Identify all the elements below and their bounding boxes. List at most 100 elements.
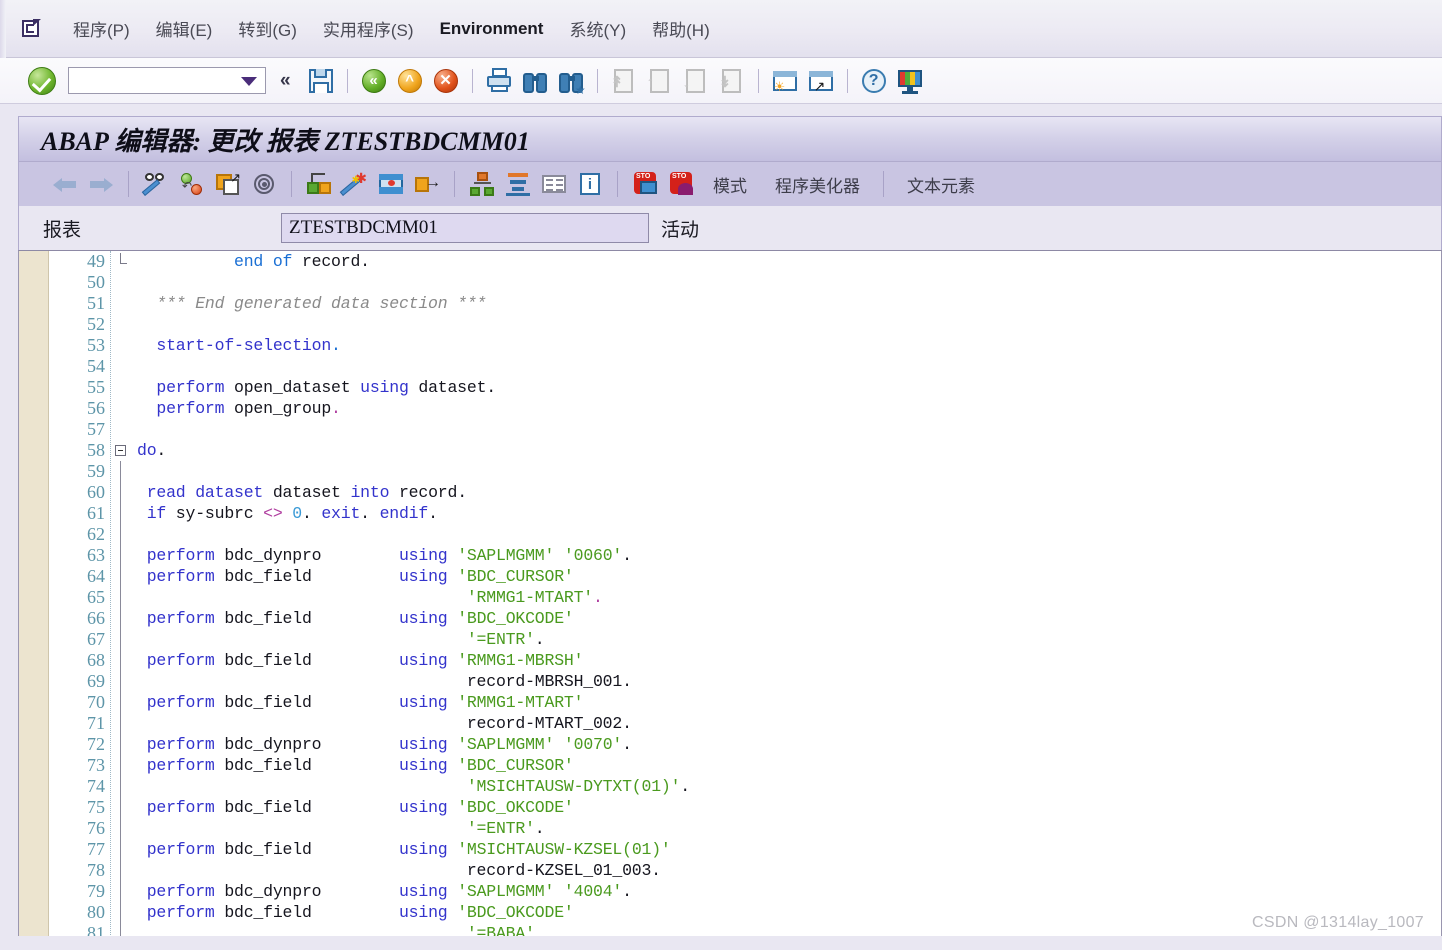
- breakpoint-icon[interactable]: [631, 170, 659, 198]
- code-line[interactable]: perform open_group.: [137, 398, 1441, 419]
- activate-icon[interactable]: ↶: [178, 170, 206, 198]
- code-token: .: [331, 399, 341, 418]
- stack-icon[interactable]: [504, 170, 532, 198]
- menu-item-edit[interactable]: 编辑(E): [143, 12, 226, 45]
- code-line[interactable]: record-MBRSH_001.: [137, 671, 1441, 692]
- window-shell: ABAP 编辑器: 更改 报表 ZTESTBDCMM01 ↶ ↗ ✱ ✱ → i…: [0, 104, 1442, 950]
- code-line[interactable]: [137, 524, 1441, 545]
- line-number: 71: [87, 713, 105, 733]
- command-field[interactable]: [68, 67, 266, 94]
- code-line[interactable]: read dataset dataset into record.: [137, 482, 1441, 503]
- help-icon[interactable]: ?: [859, 66, 889, 96]
- pretty-printer-wand-icon[interactable]: ✱ ✱: [339, 170, 369, 198]
- cancel-icon[interactable]: ✕: [431, 66, 461, 96]
- display-change-icon[interactable]: [141, 170, 170, 198]
- code-line[interactable]: perform bdc_field using 'BDC_OKCODE': [137, 902, 1441, 923]
- code-line[interactable]: record-KZSEL_01_003.: [137, 860, 1441, 881]
- forward-arrow-icon[interactable]: [87, 170, 115, 198]
- enter-check-button[interactable]: [28, 66, 56, 95]
- fold-marker: [111, 692, 133, 713]
- find-icon[interactable]: [520, 66, 550, 96]
- fold-marker[interactable]: [111, 440, 133, 461]
- layout-menu-icon[interactable]: [895, 66, 925, 96]
- code-line[interactable]: end of record.: [137, 251, 1441, 272]
- print-icon[interactable]: [484, 66, 514, 96]
- back-icon[interactable]: «: [359, 66, 389, 96]
- hierarchy-icon[interactable]: [468, 170, 496, 198]
- code-line[interactable]: perform bdc_dynpro using 'SAPLMGMM' '400…: [137, 881, 1441, 902]
- exit-icon[interactable]: ^: [395, 66, 425, 96]
- main-toolbar: « « ^ ✕ ★ ↟ ↑ ↓ ↡ ☀ ↗ ?: [0, 58, 1442, 104]
- code-line[interactable]: [137, 461, 1441, 482]
- code-line[interactable]: start-of-selection.: [137, 335, 1441, 356]
- code-line[interactable]: [137, 419, 1441, 440]
- code-line[interactable]: '=ENTR'.: [137, 818, 1441, 839]
- where-used-icon[interactable]: [250, 170, 278, 198]
- code-line[interactable]: *** End generated data section ***: [137, 293, 1441, 314]
- menu-item-goto[interactable]: 转到(G): [225, 12, 310, 45]
- save-icon[interactable]: [306, 66, 336, 96]
- report-name-input[interactable]: [281, 213, 649, 243]
- code-line[interactable]: do.: [137, 440, 1441, 461]
- code-line[interactable]: 'MSICHTAUSW-DYTXT(01)'.: [137, 776, 1441, 797]
- pretty-printer-button[interactable]: 程序美化器: [775, 172, 860, 197]
- code-folding-gutter[interactable]: [111, 251, 133, 943]
- code-line[interactable]: 'RMMG1-MTART'.: [137, 587, 1441, 608]
- menu-item-help[interactable]: 帮助(H): [639, 12, 723, 45]
- menu-item-program[interactable]: 程序(P): [60, 12, 143, 45]
- bookmark-gutter[interactable]: [19, 251, 49, 943]
- code-line[interactable]: perform bdc_field using 'MSICHTAUSW-KZSE…: [137, 839, 1441, 860]
- code-token: .: [592, 588, 603, 607]
- menu-item-utilities[interactable]: 实用程序(S): [310, 12, 427, 45]
- code-token: using: [398, 903, 448, 922]
- copy-icon[interactable]: ↗: [214, 170, 242, 198]
- code-line[interactable]: '=ENTR'.: [137, 629, 1441, 650]
- info-icon[interactable]: i: [576, 170, 604, 198]
- code-token: .: [534, 819, 545, 838]
- check-syntax-icon[interactable]: [377, 170, 405, 198]
- mode-button[interactable]: 模式: [713, 172, 747, 197]
- code-line[interactable]: [137, 356, 1441, 377]
- code-line[interactable]: perform bdc_field using 'BDC_CURSOR': [137, 566, 1441, 587]
- toolbar-separator: [471, 68, 473, 93]
- watchpoint-icon[interactable]: [667, 170, 695, 198]
- code-line[interactable]: perform bdc_dynpro using 'SAPLMGMM' '007…: [137, 734, 1441, 755]
- code-token: read: [146, 483, 186, 502]
- new-session-icon[interactable]: ☀: [770, 66, 800, 96]
- code-line[interactable]: [137, 314, 1441, 335]
- system-menu-icon[interactable]: [20, 17, 46, 41]
- code-line[interactable]: perform bdc_field using 'BDC_OKCODE': [137, 797, 1441, 818]
- find-next-icon[interactable]: ★: [556, 66, 586, 96]
- code-line[interactable]: perform bdc_field using 'BDC_OKCODE': [137, 608, 1441, 629]
- code-token: bdc_field: [214, 693, 399, 712]
- code-line[interactable]: [137, 272, 1441, 293]
- menu-item-environment[interactable]: Environment: [427, 15, 557, 43]
- list-icon[interactable]: [540, 170, 568, 198]
- command-input[interactable]: [69, 69, 237, 92]
- code-token: using: [398, 735, 448, 754]
- code-token: record-MBRSH_001.: [137, 672, 632, 691]
- shortcut-icon[interactable]: ↗: [806, 66, 836, 96]
- code-line[interactable]: if sy-subrc <> 0. exit. endif.: [137, 503, 1441, 524]
- code-line[interactable]: perform bdc_field using 'RMMG1-MBRSH': [137, 650, 1441, 671]
- navigate-icon[interactable]: →: [413, 170, 441, 198]
- line-number: 52: [87, 314, 105, 334]
- code-line[interactable]: perform bdc_field using 'RMMG1-MTART': [137, 692, 1441, 713]
- code-editor[interactable]: 49 50 51 52 53 54 55 56 57 58 59 60 61 62 63 64 65 66 67 68…: [18, 250, 1442, 944]
- code-line[interactable]: perform bdc_field using 'BDC_CURSOR': [137, 755, 1441, 776]
- code-line[interactable]: perform open_dataset using dataset.: [137, 377, 1441, 398]
- menu-item-system[interactable]: 系统(Y): [556, 12, 639, 45]
- back-arrow-icon[interactable]: [51, 170, 79, 198]
- collapse-toolbar-button[interactable]: «: [280, 71, 291, 90]
- chevron-down-icon[interactable]: [241, 77, 257, 86]
- text-elements-button[interactable]: 文本元素: [907, 172, 975, 197]
- code-text-area[interactable]: end of record. *** End generated data se…: [133, 251, 1441, 943]
- code-line[interactable]: perform bdc_dynpro using 'SAPLMGMM' '006…: [137, 545, 1441, 566]
- code-line[interactable]: record-MTART_002.: [137, 713, 1441, 734]
- object-navigator-icon[interactable]: [305, 170, 333, 198]
